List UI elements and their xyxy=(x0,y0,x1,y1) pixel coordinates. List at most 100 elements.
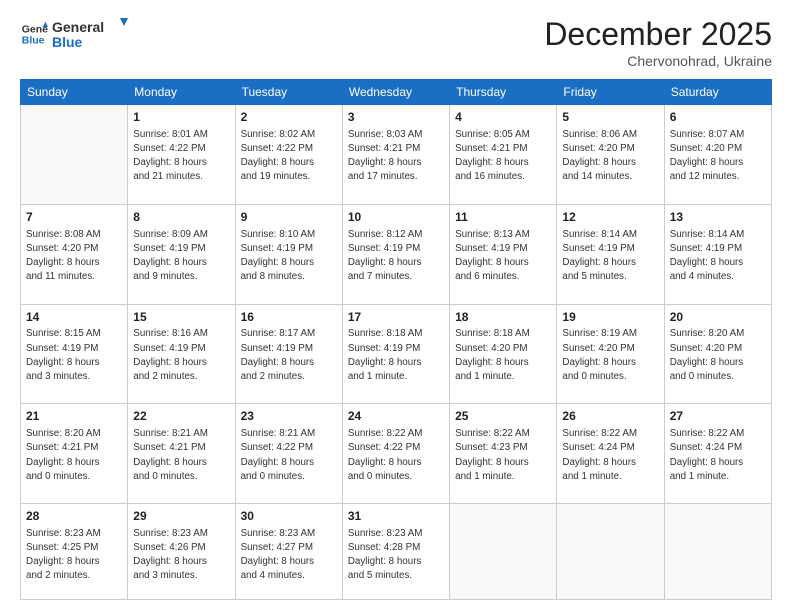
day-number: 29 xyxy=(133,508,229,525)
day-number: 4 xyxy=(455,109,551,126)
table-row xyxy=(450,504,557,600)
table-row: 23 Sunrise: 8:21 AMSunset: 4:22 PMDayligh… xyxy=(235,404,342,504)
table-row: 30Sunrise: 8:23 AMSunset: 4:27 PMDayligh… xyxy=(235,504,342,600)
day-info: Sunrise: 8:19 AMSunset: 4:20 PMDaylight:… xyxy=(562,327,658,384)
table-row: 21Sunrise: 8:20 AMSunset: 4:21 PMDayligh… xyxy=(21,404,128,504)
table-row: 27 Sunrise: 8:22 AMSunset: 4:24 PMDayligh… xyxy=(664,404,771,504)
calendar-table: Sunday Monday Tuesday Wednesday Thursday… xyxy=(20,79,772,600)
day-info: Sunrise: 8:13 AMSunset: 4:19 PMDaylight:… xyxy=(455,228,551,285)
table-row: 20Sunrise: 8:20 AMSunset: 4:20 PMDayligh… xyxy=(664,304,771,404)
table-row: 2 Sunrise: 8:02 AMSunset: 4:22 PMDaylight… xyxy=(235,105,342,205)
table-row: 25Sunrise: 8:22 AMSunset: 4:23 PMDayligh… xyxy=(450,404,557,504)
table-row: 7 Sunrise: 8:08 AMSunset: 4:20 PMDaylight… xyxy=(21,204,128,304)
table-row: 26Sunrise: 8:22 AMSunset: 4:24 PMDayligh… xyxy=(557,404,664,504)
day-info: Sunrise: 8:10 AMSunset: 4:19 PMDaylight:… xyxy=(241,228,337,285)
day-info: Sunrise: 8:05 AMSunset: 4:21 PMDaylight:… xyxy=(455,128,551,185)
day-number: 22 xyxy=(133,408,229,425)
day-info: Sunrise: 8:22 AMSunset: 4:22 PMDaylight:… xyxy=(348,427,444,484)
svg-text:Blue: Blue xyxy=(22,35,45,47)
title-block: December 2025 Chervonohrad, Ukraine xyxy=(544,16,772,69)
day-number: 31 xyxy=(348,508,444,525)
table-row: 17Sunrise: 8:18 AMSunset: 4:19 PMDayligh… xyxy=(342,304,449,404)
day-info: Sunrise: 8:16 AMSunset: 4:19 PMDaylight:… xyxy=(133,327,229,384)
day-info: Sunrise: 8:09 AMSunset: 4:19 PMDaylight:… xyxy=(133,228,229,285)
table-row: 19Sunrise: 8:19 AMSunset: 4:20 PMDayligh… xyxy=(557,304,664,404)
table-row: 22 Sunrise: 8:21 AMSunset: 4:21 PMDayligh… xyxy=(128,404,235,504)
day-info: Sunrise: 8:21 AMSunset: 4:22 PMDaylight:… xyxy=(241,427,337,484)
day-number: 5 xyxy=(562,109,658,126)
header-row: Sunday Monday Tuesday Wednesday Thursday… xyxy=(21,80,772,105)
col-thursday: Thursday xyxy=(450,80,557,105)
col-friday: Friday xyxy=(557,80,664,105)
table-row: 18Sunrise: 8:18 AMSunset: 4:20 PMDayligh… xyxy=(450,304,557,404)
day-info: Sunrise: 8:20 AMSunset: 4:20 PMDaylight:… xyxy=(670,327,766,384)
table-row: 10 Sunrise: 8:12 AMSunset: 4:19 PMDayligh… xyxy=(342,204,449,304)
table-row: 29 Sunrise: 8:23 AMSunset: 4:26 PMDayligh… xyxy=(128,504,235,600)
day-info: Sunrise: 8:12 AMSunset: 4:19 PMDaylight:… xyxy=(348,228,444,285)
day-info: Sunrise: 8:21 AMSunset: 4:21 PMDaylight:… xyxy=(133,427,229,484)
day-info: Sunrise: 8:23 AMSunset: 4:26 PMDaylight:… xyxy=(133,527,229,584)
day-number: 1 xyxy=(133,109,229,126)
day-info: Sunrise: 8:18 AMSunset: 4:19 PMDaylight:… xyxy=(348,327,444,384)
day-number: 11 xyxy=(455,209,551,226)
day-info: Sunrise: 8:23 AMSunset: 4:28 PMDaylight:… xyxy=(348,527,444,584)
logo-icon: General Blue xyxy=(20,20,48,48)
day-number: 6 xyxy=(670,109,766,126)
table-row: 24 Sunrise: 8:22 AMSunset: 4:22 PMDayligh… xyxy=(342,404,449,504)
day-number: 10 xyxy=(348,209,444,226)
day-info: Sunrise: 8:18 AMSunset: 4:20 PMDaylight:… xyxy=(455,327,551,384)
day-number: 8 xyxy=(133,209,229,226)
table-row: 11 Sunrise: 8:13 AMSunset: 4:19 PMDayligh… xyxy=(450,204,557,304)
day-number: 2 xyxy=(241,109,337,126)
table-row: 4 Sunrise: 8:05 AMSunset: 4:21 PMDaylight… xyxy=(450,105,557,205)
svg-text:General: General xyxy=(52,19,104,35)
page: General Blue General Blue December 2025 … xyxy=(0,0,792,612)
day-info: Sunrise: 8:03 AMSunset: 4:21 PMDaylight:… xyxy=(348,128,444,185)
table-row xyxy=(21,105,128,205)
table-row xyxy=(664,504,771,600)
day-number: 20 xyxy=(670,309,766,326)
day-info: Sunrise: 8:20 AMSunset: 4:21 PMDaylight:… xyxy=(26,427,122,484)
day-info: Sunrise: 8:02 AMSunset: 4:22 PMDaylight:… xyxy=(241,128,337,185)
day-number: 18 xyxy=(455,309,551,326)
table-row: 14Sunrise: 8:15 AMSunset: 4:19 PMDayligh… xyxy=(21,304,128,404)
col-sunday: Sunday xyxy=(21,80,128,105)
col-saturday: Saturday xyxy=(664,80,771,105)
table-row: 1 Sunrise: 8:01 AMSunset: 4:22 PMDaylight… xyxy=(128,105,235,205)
month-title: December 2025 xyxy=(544,16,772,53)
table-row: 15Sunrise: 8:16 AMSunset: 4:19 PMDayligh… xyxy=(128,304,235,404)
day-number: 24 xyxy=(348,408,444,425)
location-subtitle: Chervonohrad, Ukraine xyxy=(544,53,772,69)
day-info: Sunrise: 8:14 AMSunset: 4:19 PMDaylight:… xyxy=(562,228,658,285)
day-number: 28 xyxy=(26,508,122,525)
table-row: 13 Sunrise: 8:14 AMSunset: 4:19 PMDayligh… xyxy=(664,204,771,304)
day-number: 17 xyxy=(348,309,444,326)
day-number: 30 xyxy=(241,508,337,525)
day-number: 26 xyxy=(562,408,658,425)
day-number: 12 xyxy=(562,209,658,226)
day-info: Sunrise: 8:23 AMSunset: 4:25 PMDaylight:… xyxy=(26,527,122,584)
day-number: 16 xyxy=(241,309,337,326)
table-row: 31 Sunrise: 8:23 AMSunset: 4:28 PMDayligh… xyxy=(342,504,449,600)
day-info: Sunrise: 8:17 AMSunset: 4:19 PMDaylight:… xyxy=(241,327,337,384)
col-monday: Monday xyxy=(128,80,235,105)
logo-svg: General Blue xyxy=(52,16,132,52)
day-info: Sunrise: 8:22 AMSunset: 4:24 PMDaylight:… xyxy=(670,427,766,484)
day-number: 7 xyxy=(26,209,122,226)
day-number: 13 xyxy=(670,209,766,226)
logo: General Blue General Blue xyxy=(20,16,132,52)
table-row: 16Sunrise: 8:17 AMSunset: 4:19 PMDayligh… xyxy=(235,304,342,404)
col-tuesday: Tuesday xyxy=(235,80,342,105)
day-number: 25 xyxy=(455,408,551,425)
day-number: 15 xyxy=(133,309,229,326)
table-row: 12 Sunrise: 8:14 AMSunset: 4:19 PMDayligh… xyxy=(557,204,664,304)
day-info: Sunrise: 8:15 AMSunset: 4:19 PMDaylight:… xyxy=(26,327,122,384)
day-number: 27 xyxy=(670,408,766,425)
day-number: 23 xyxy=(241,408,337,425)
day-info: Sunrise: 8:08 AMSunset: 4:20 PMDaylight:… xyxy=(26,228,122,285)
day-info: Sunrise: 8:01 AMSunset: 4:22 PMDaylight:… xyxy=(133,128,229,185)
table-row: 9Sunrise: 8:10 AMSunset: 4:19 PMDaylight… xyxy=(235,204,342,304)
day-number: 14 xyxy=(26,309,122,326)
day-info: Sunrise: 8:14 AMSunset: 4:19 PMDaylight:… xyxy=(670,228,766,285)
table-row: 8 Sunrise: 8:09 AMSunset: 4:19 PMDaylight… xyxy=(128,204,235,304)
